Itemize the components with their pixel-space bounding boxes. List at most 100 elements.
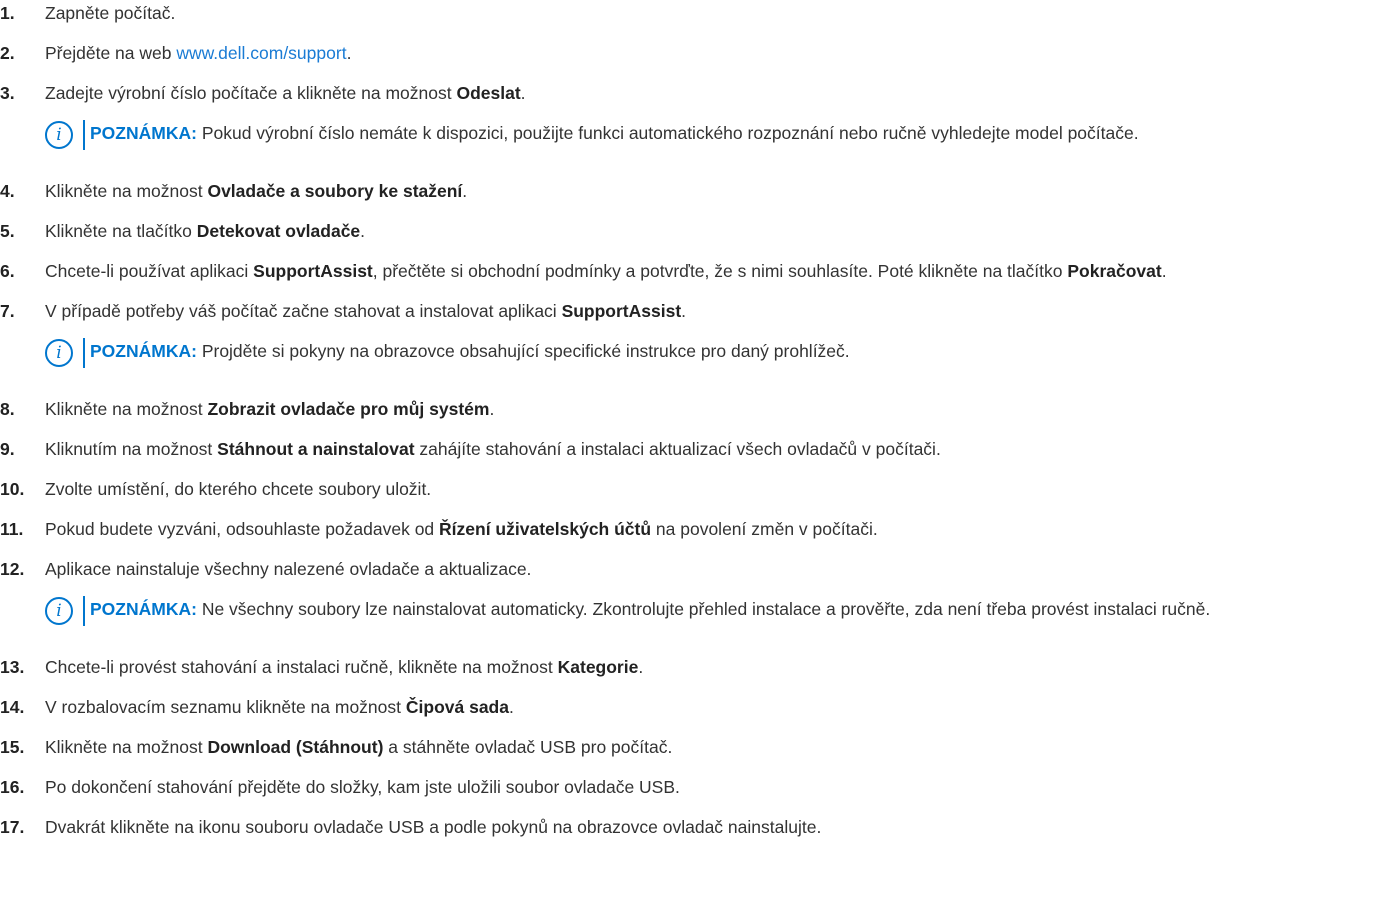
info-circle-icon: i [45, 339, 73, 367]
step-emphasis: Pokračovat [1067, 261, 1162, 281]
step-text: V rozbalovacím seznamu klikněte na možno… [45, 697, 514, 717]
step-text-segment: . [520, 83, 526, 103]
step-item: 11. Pokud budete vyzváni, odsouhlaste pož… [0, 516, 1395, 542]
step-text-segment: V rozbalovacím seznamu klikněte na možno… [45, 697, 406, 717]
note-divider [83, 120, 85, 150]
step-number: 2. [0, 43, 15, 63]
step-text-segment: V případě potřeby váš počítač začne stah… [45, 301, 562, 321]
step-number: 8. [0, 399, 15, 419]
step-text-segment: Přejděte na web [45, 43, 177, 63]
step-item: 10. Zvolte umístění, do kterého chcete so… [0, 476, 1395, 502]
step-emphasis: Detekovat ovladače [196, 221, 361, 241]
step-number: 12. [0, 559, 25, 579]
step-item: 8. Klikněte na možnost Zobrazit ovladače … [0, 396, 1395, 422]
step-text-segment: Po dokončení stahování přejděte do složk… [45, 777, 680, 797]
step-number: 4. [0, 181, 15, 201]
step-number: 10. [0, 479, 25, 499]
step-item: 16. Po dokončení stahování přejděte do sl… [0, 774, 1395, 800]
step-text: Klikněte na možnost Zobrazit ovladače pr… [45, 399, 494, 419]
step-text-segment: . [360, 221, 366, 241]
step-item: 17. Dvakrát klikněte na ikonu souboru ovl… [0, 814, 1395, 840]
step-text-segment: . [489, 399, 495, 419]
step-number: 5. [0, 221, 15, 241]
step-emphasis: Odeslat [456, 83, 521, 103]
step-text-segment: Kliknutím na možnost [45, 439, 218, 459]
step-text-segment: na povolení změn v počítači. [651, 519, 878, 539]
step-item: 9. Kliknutím na možnost Stáhnout a nainst… [0, 436, 1395, 462]
step-number: 13. [0, 657, 25, 677]
step-text: Klikněte na možnost Download (Stáhnout) … [45, 737, 672, 757]
step-text-segment: . [638, 657, 644, 677]
step-text: Zvolte umístění, do kterého chcete soubo… [45, 479, 431, 499]
step-item: 4. Klikněte na možnost Ovladače a soubory… [0, 178, 1395, 204]
step-text: Přejděte na web www.dell.com/support. [45, 43, 351, 63]
step-text-segment: Chcete-li provést stahování a instalaci … [45, 657, 558, 677]
step-emphasis: Ovladače a soubory ke stažení [207, 181, 463, 201]
step-text: Zapněte počítač. [45, 3, 175, 23]
step-text-segment: zahájíte stahování a instalaci aktualiza… [414, 439, 941, 459]
step-emphasis: Řízení uživatelských účtů [439, 519, 652, 539]
step-text-segment: . [346, 43, 352, 63]
support-link[interactable]: www.dell.com/support [176, 43, 346, 63]
step-text-segment: . [681, 301, 687, 321]
step-item: 12. Aplikace nainstaluje všechny nalezené… [0, 556, 1395, 582]
step-text: Aplikace nainstaluje všechny nalezené ov… [45, 559, 531, 579]
step-text-segment: Klikněte na tlačítko [45, 221, 197, 241]
note-text: Ne všechny soubory lze nainstalovat auto… [201, 599, 1211, 619]
step-text: Kliknutím na možnost Stáhnout a nainstal… [45, 439, 941, 459]
step-emphasis: Zobrazit ovladače pro můj systém [207, 399, 490, 419]
note-box: i POZNÁMKA: Pokud výrobní číslo nemáte k … [45, 118, 1395, 150]
step-text: Zadejte výrobní číslo počítače a kliknět… [45, 83, 526, 103]
step-text-segment: Zapněte počítač. [45, 3, 176, 23]
step-emphasis: SupportAssist [561, 301, 682, 321]
step-text-segment: Dvakrát klikněte na ikonu souboru ovlada… [45, 817, 822, 837]
step-text-segment: Pokud budete vyzváni, odsouhlaste požada… [45, 519, 440, 539]
note-text: Pokud výrobní číslo nemáte k dispozici, … [201, 123, 1139, 143]
instruction-list: 1. Zapněte počítač. 2. Přejděte na web www.… [0, 0, 1395, 854]
step-text-segment: Zvolte umístění, do kterého chcete soubo… [45, 479, 432, 499]
step-text: Chcete-li provést stahování a instalaci … [45, 657, 643, 677]
step-text-segment: Zadejte výrobní číslo počítače a kliknět… [45, 83, 457, 103]
step-item: 13. Chcete-li provést stahování a instala… [0, 654, 1395, 680]
step-number: 9. [0, 439, 15, 459]
step-text-segment: Aplikace nainstaluje všechny nalezené ov… [45, 559, 532, 579]
step-text-segment: , přečtěte si obchodní podmínky a potvrď… [372, 261, 1068, 281]
step-text-segment: . [462, 181, 468, 201]
step-item: 3. Zadejte výrobní číslo počítače a klikn… [0, 80, 1395, 106]
step-text-segment: Klikněte na možnost [45, 181, 208, 201]
step-emphasis: Stáhnout a nainstalovat [217, 439, 415, 459]
step-text-segment: a stáhněte ovladač USB pro počítač. [383, 737, 673, 757]
step-number: 14. [0, 697, 25, 717]
step-text: Po dokončení stahování přejděte do složk… [45, 777, 680, 797]
step-item: 1. Zapněte počítač. [0, 0, 1395, 26]
step-text-segment: Klikněte na možnost [45, 737, 208, 757]
step-number: 3. [0, 83, 15, 103]
step-number: 11. [0, 519, 24, 539]
step-text: Pokud budete vyzváni, odsouhlaste požada… [45, 519, 878, 539]
step-text: V případě potřeby váš počítač začne stah… [45, 301, 686, 321]
step-text-segment: . [508, 697, 514, 717]
note-box: i POZNÁMKA: Ne všechny soubory lze nainst… [45, 594, 1395, 626]
note-box: i POZNÁMKA: Projděte si pokyny na obrazov… [45, 336, 1395, 368]
step-emphasis: Kategorie [557, 657, 639, 677]
step-number: 15. [0, 737, 25, 757]
step-text-segment: Chcete-li používat aplikaci [45, 261, 254, 281]
step-number: 16. [0, 777, 25, 797]
step-text-segment: Klikněte na možnost [45, 399, 208, 419]
step-text-segment: . [1161, 261, 1167, 281]
step-item: 7. V případě potřeby váš počítač začne st… [0, 298, 1395, 324]
step-text: Dvakrát klikněte na ikonu souboru ovlada… [45, 817, 821, 837]
note-divider [83, 338, 85, 368]
step-number: 6. [0, 261, 15, 281]
info-circle-icon: i [45, 597, 73, 625]
step-number: 1. [0, 3, 15, 23]
info-circle-icon: i [45, 121, 73, 149]
step-text: Chcete-li používat aplikaci SupportAssis… [45, 261, 1167, 281]
note-label: POZNÁMKA: [90, 599, 197, 619]
step-item: 2. Přejděte na web www.dell.com/support. [0, 40, 1395, 66]
step-emphasis: Čipová sada [405, 697, 509, 717]
note-label: POZNÁMKA: [90, 123, 197, 143]
note-label: POZNÁMKA: [90, 341, 197, 361]
step-text: Klikněte na tlačítko Detekovat ovladače. [45, 221, 365, 241]
note-text: Projděte si pokyny na obrazovce obsahují… [201, 341, 850, 361]
